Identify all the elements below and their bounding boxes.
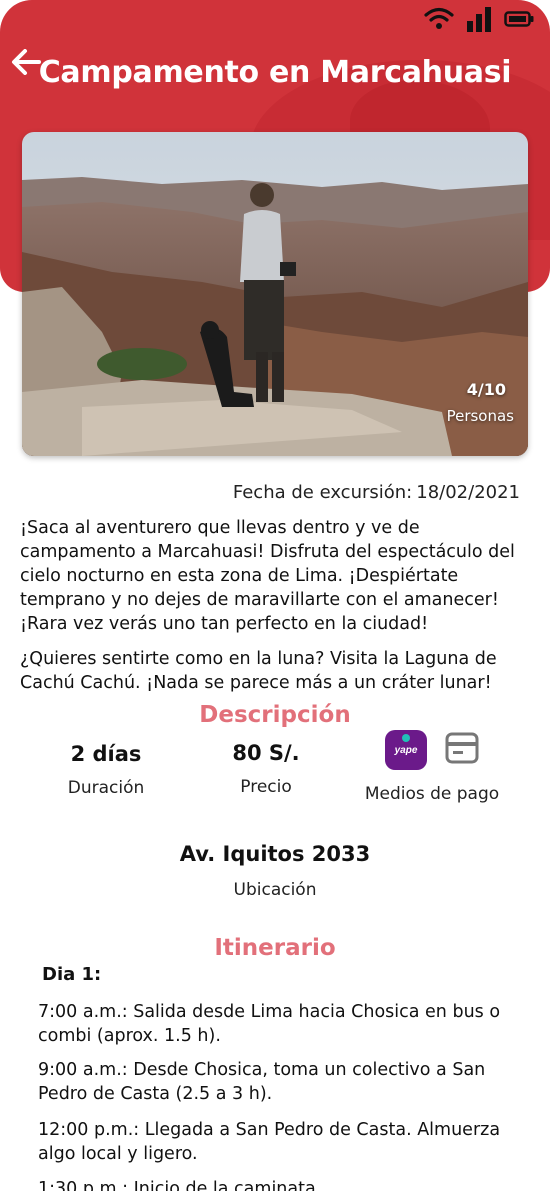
capacity-count: 4/10 [466, 380, 506, 399]
payment-methods: yape Medios de pago [352, 730, 512, 804]
duration-stat: 2 días Duración [50, 742, 162, 798]
itinerary-item: 9:00 a.m.: Desde Chosica, toma un colect… [38, 1060, 486, 1104]
battery-icon [504, 10, 534, 28]
price-value: 80 S/. [232, 741, 300, 765]
location-label: Ubicación [233, 880, 317, 900]
price-stat: 80 S/. Precio [210, 741, 322, 797]
duration-value: 2 días [70, 742, 142, 766]
capacity-overlay: 4/10 Personas [447, 380, 514, 426]
signal-icon [466, 6, 492, 32]
yape-icon[interactable]: yape [385, 730, 427, 770]
location-address: Av. Iquitos 2033 [179, 842, 371, 866]
hero-image: 4/10 Personas [22, 132, 528, 456]
page-title: Campamento en Marcahuasi [38, 55, 512, 90]
itinerary-item: 1:30 p.m.: Inicio de la caminata [38, 1179, 316, 1191]
excursion-date: Fecha de excursión: 18/02/2021 [233, 482, 520, 503]
date-label: Fecha de excursión: [232, 482, 413, 503]
capacity-label: Personas [446, 407, 514, 425]
itinerary-day-title: Dia 1: [42, 964, 102, 985]
itinerary-item: 12:00 p.m.: Llegada a San Pedro de Casta… [38, 1120, 501, 1164]
trip-paragraph: ¡Saca al aventurero que llevas dentro y … [20, 518, 515, 634]
duration-label: Duración [67, 778, 145, 798]
description-title: Descripción [199, 702, 351, 728]
location-block: Av. Iquitos 2033 Ubicación [0, 842, 550, 900]
date-value: 18/02/2021 [416, 482, 520, 503]
card-icon[interactable] [445, 731, 479, 770]
itinerary-item: 7:00 a.m.: Salida desde Lima hacia Chosi… [38, 1002, 501, 1046]
itinerary-title: Itinerario [214, 935, 336, 961]
price-label: Precio [240, 777, 292, 797]
payment-label: Medios de pago [364, 784, 500, 804]
status-bar [424, 6, 534, 32]
trip-paragraph: ¿Quieres sentirte como en la luna? Visit… [20, 649, 497, 693]
wifi-icon [424, 7, 454, 31]
